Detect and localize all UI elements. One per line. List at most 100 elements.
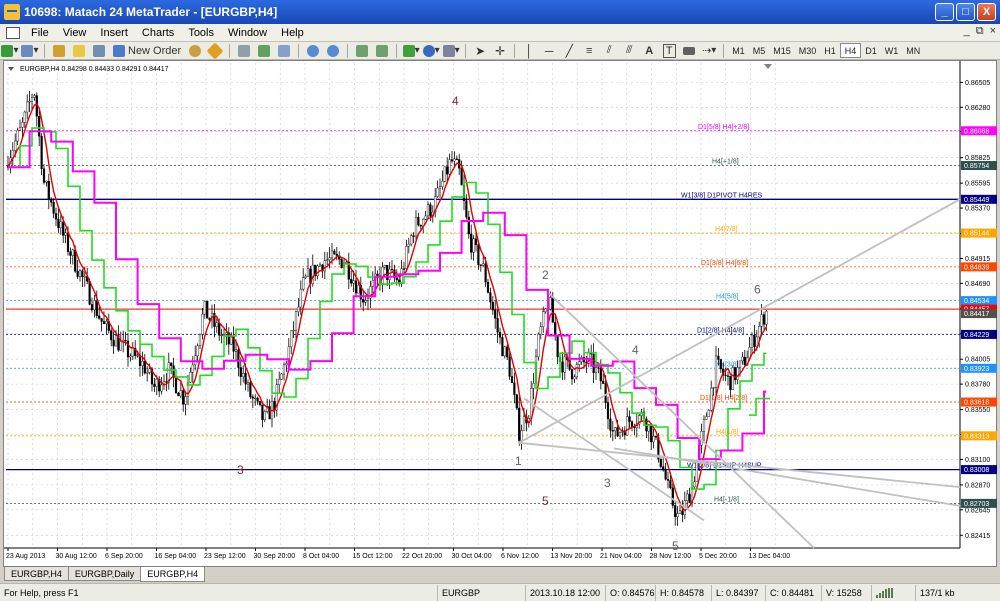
- menu-charts[interactable]: Charts: [135, 27, 181, 39]
- candle-body: [753, 334, 756, 348]
- periods-button[interactable]: ▾: [422, 43, 440, 59]
- candle-body: [28, 100, 31, 103]
- mdi-restore-button[interactable]: ⧉: [976, 25, 984, 38]
- candle-body: [738, 360, 742, 368]
- minimize-button[interactable]: _: [935, 3, 954, 21]
- chart-window[interactable]: 0.865050.862800.860600.858250.855950.853…: [3, 60, 997, 567]
- gann-button[interactable]: ⫻: [620, 43, 638, 59]
- timeframe-d1[interactable]: D1: [861, 43, 881, 58]
- status-open: O: 0.84576: [605, 584, 655, 601]
- candle-body: [650, 424, 653, 443]
- timeframe-w1[interactable]: W1: [881, 43, 903, 58]
- market-watch-icon: [53, 44, 65, 57]
- chart-shift-button[interactable]: [373, 43, 391, 59]
- candle-body: [628, 416, 631, 422]
- candle-body: [506, 346, 509, 358]
- candle-body: [189, 372, 192, 383]
- candle-body: [662, 466, 665, 471]
- price-marker-label: 0.85144: [964, 231, 989, 238]
- candle-body: [765, 311, 768, 325]
- arrows-button[interactable]: [680, 43, 698, 59]
- navigator-button[interactable]: [70, 43, 88, 59]
- timeframe-m30[interactable]: M30: [795, 43, 821, 58]
- price-chart[interactable]: 0.865050.862800.860600.858250.855950.853…: [4, 61, 998, 568]
- candle-body: [436, 187, 439, 197]
- candle-body: [261, 404, 264, 420]
- text-button[interactable]: A: [640, 43, 658, 59]
- zoom-out-button[interactable]: [324, 43, 342, 59]
- candle-body: [364, 300, 367, 303]
- maximize-button[interactable]: □: [956, 3, 975, 21]
- auto-scroll-button[interactable]: [353, 43, 371, 59]
- equidistant-channel-button[interactable]: ≡: [580, 43, 598, 59]
- timeframe-h1[interactable]: H1: [820, 43, 840, 58]
- time-axis-label: 30 Aug 12:00: [56, 553, 97, 560]
- cursor-button[interactable]: ➤: [471, 43, 489, 59]
- level-label: W1[3/8] D1PIVOT H4RES: [681, 192, 763, 199]
- candle-body: [724, 374, 727, 377]
- new-order-button[interactable]: New Order: [110, 43, 184, 59]
- trendline-icon: ╱: [565, 43, 573, 58]
- fast-ma-line: [7, 103, 768, 512]
- candle-body: [66, 232, 70, 252]
- menu-tools[interactable]: Tools: [181, 27, 221, 39]
- timeframe-m5[interactable]: M5: [749, 43, 770, 58]
- candle-body: [383, 265, 386, 268]
- zoom-in-button[interactable]: [304, 43, 322, 59]
- new-chart-button[interactable]: ▾: [1, 43, 19, 59]
- candle-body: [239, 367, 242, 377]
- templates-button[interactable]: ▾: [442, 43, 460, 59]
- close-button[interactable]: X: [977, 3, 996, 21]
- line-chart-button[interactable]: [275, 43, 293, 59]
- candle-body: [726, 375, 730, 377]
- fibonacci-button[interactable]: ⫽: [600, 43, 618, 59]
- candle-body: [285, 363, 288, 366]
- price-axis-label: 0.82870: [965, 482, 990, 489]
- timeframe-m15[interactable]: M15: [769, 43, 795, 58]
- bar-chart-button[interactable]: [235, 43, 253, 59]
- trendline-button[interactable]: ╱: [560, 43, 578, 59]
- candle-body: [110, 330, 113, 341]
- candlestick-button[interactable]: [255, 43, 273, 59]
- candle-body: [297, 306, 300, 312]
- timeframe-h4[interactable]: H4: [839, 43, 862, 58]
- crosshair-button[interactable]: ✛: [491, 43, 509, 59]
- menu-view[interactable]: View: [56, 27, 94, 39]
- time-axis-label: 30 Oct 04:00: [452, 553, 492, 560]
- candle-body: [750, 334, 754, 348]
- market-watch-button[interactable]: [50, 43, 68, 59]
- menu-bar: File View Insert Charts Tools Window Hel…: [0, 24, 1000, 42]
- candle-body: [762, 314, 766, 325]
- timeframe-mn[interactable]: MN: [902, 43, 924, 58]
- candle-body: [702, 419, 706, 432]
- candle-body: [630, 421, 634, 428]
- chart-tab-eurgbp-h4[interactable]: EURGBP,H4: [4, 567, 69, 581]
- candle-body: [453, 158, 456, 162]
- terminal-button[interactable]: [90, 43, 108, 59]
- profiles-button[interactable]: ▾: [21, 43, 39, 59]
- indicators-button[interactable]: ▾: [402, 43, 420, 59]
- chart-document-icon[interactable]: [6, 26, 20, 39]
- menu-file[interactable]: File: [24, 27, 56, 39]
- objects-menu-button[interactable]: ⇢ ▾: [700, 43, 718, 59]
- menu-insert[interactable]: Insert: [93, 27, 135, 39]
- mdi-minimize-button[interactable]: _: [964, 25, 970, 38]
- menu-help[interactable]: Help: [274, 27, 311, 39]
- experts-button[interactable]: [186, 43, 204, 59]
- menu-window[interactable]: Window: [221, 27, 274, 39]
- mdi-close-button[interactable]: ×: [990, 25, 996, 38]
- price-axis-label: 0.83780: [965, 382, 990, 389]
- timeframe-m1[interactable]: M1: [728, 43, 749, 58]
- candle-body: [652, 436, 655, 443]
- vertical-line-button[interactable]: │: [520, 43, 538, 59]
- candle-body: [54, 213, 58, 220]
- horizontal-line-button[interactable]: ─: [540, 43, 558, 59]
- candle-body: [196, 345, 199, 357]
- autotrading-button[interactable]: [206, 42, 224, 59]
- text-label-button[interactable]: T: [660, 43, 678, 59]
- chart-tab-eurgbp-h4-active[interactable]: EURGBP,H4: [140, 567, 206, 582]
- wave-label: 4: [452, 94, 459, 108]
- candle-body: [544, 308, 547, 312]
- chart-tab-eurgbp-daily[interactable]: EURGBP,Daily: [67, 567, 142, 581]
- candle-body: [88, 281, 91, 305]
